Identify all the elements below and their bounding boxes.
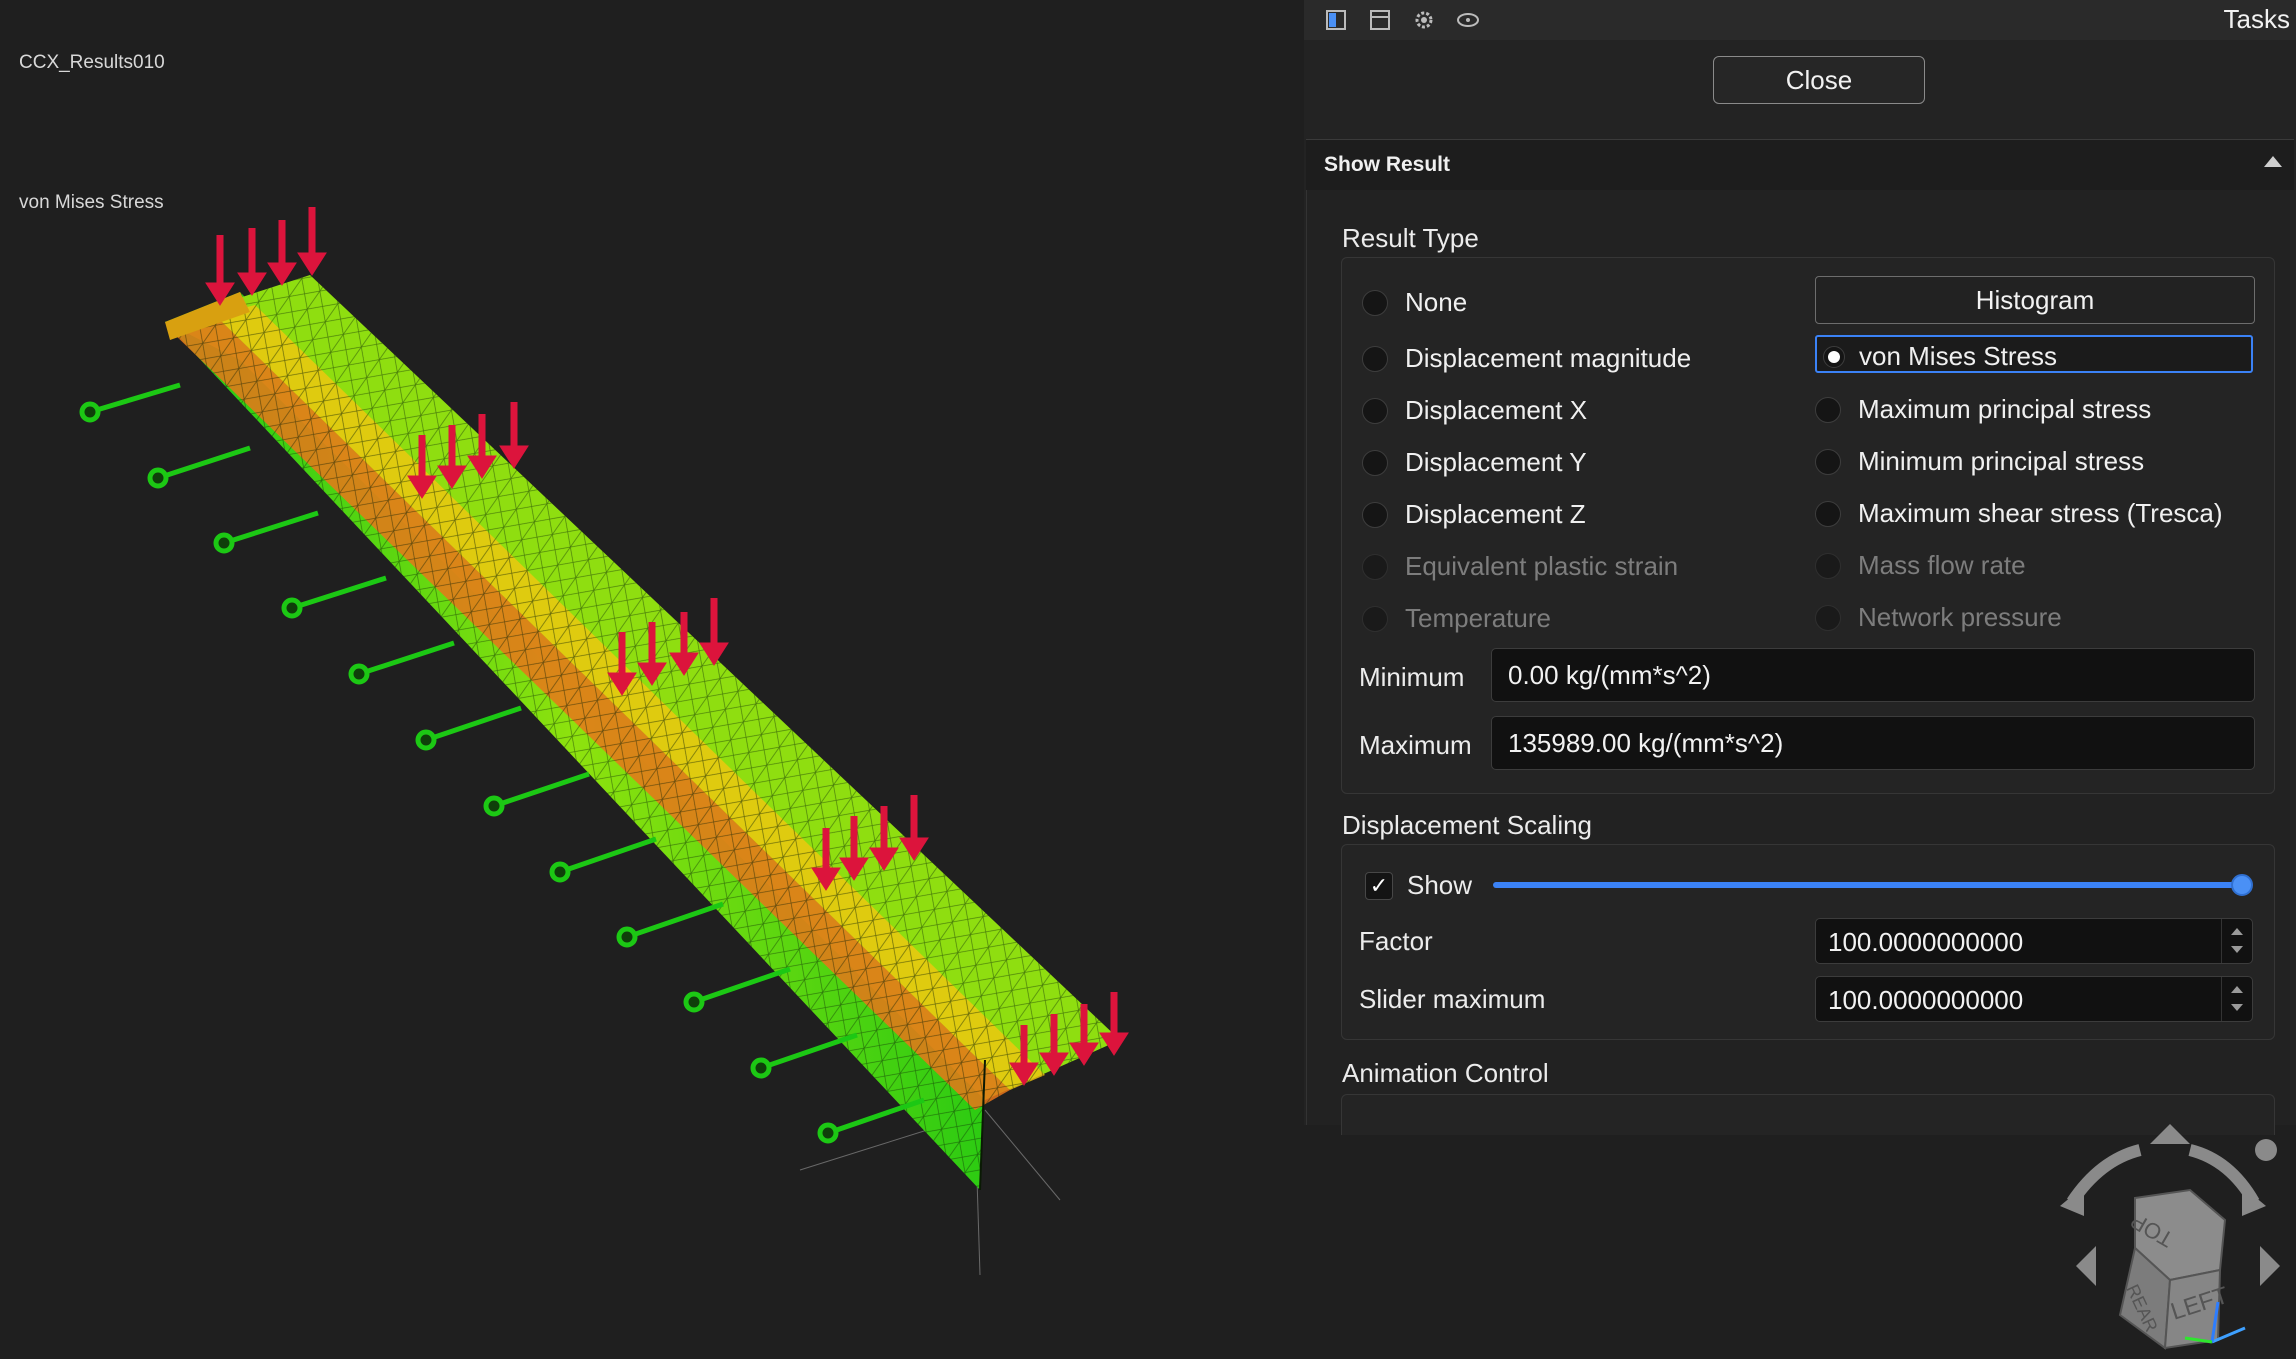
radio-label: Maximum principal stress: [1858, 394, 2152, 424]
slider-maximum-spinbox[interactable]: 100.0000000000: [1815, 976, 2253, 1022]
show-result-header[interactable]: Show Result: [1306, 139, 2294, 191]
radio-temperature: Temperature: [1362, 603, 1551, 634]
tasks-panel: Tasks Close Show Result Result Type None…: [1304, 0, 2296, 1135]
radio-icon[interactable]: [1362, 501, 1388, 528]
fem-model: [79, 207, 1129, 1276]
radio-network-pressure: Network pressure: [1815, 602, 2062, 633]
radio-icon[interactable]: [1362, 289, 1388, 316]
eye-icon[interactable]: [1454, 6, 1482, 34]
show-result-body: Result Type None Displacement magnitude …: [1306, 190, 2295, 1135]
slider-maximum-label: Slider maximum: [1359, 984, 1546, 1014]
displacement-scaling-label: Displacement Scaling: [1342, 810, 1593, 840]
radio-displacement-z[interactable]: Displacement Z: [1362, 499, 1586, 530]
radio-label: None: [1405, 287, 1468, 317]
radio-icon[interactable]: [1362, 449, 1388, 476]
3d-viewport[interactable]: CCX_Results010 von Mises Stress: [0, 0, 1304, 1354]
spin-down-icon[interactable]: [2231, 1004, 2243, 1011]
slider-maximum-value: 100.0000000000: [1828, 985, 2024, 1015]
radio-maximum-principal-stress[interactable]: Maximum principal stress: [1815, 394, 2151, 425]
radio-minimum-principal-stress[interactable]: Minimum principal stress: [1815, 446, 2144, 477]
panel-toolbar: Tasks: [1304, 0, 2296, 40]
radio-icon: [1362, 553, 1388, 580]
settings-icon[interactable]: [1410, 6, 1438, 34]
maximum-value-field[interactable]: 135989.00 kg/(mm*s^2): [1491, 716, 2255, 770]
result-type-label: Result Type: [1342, 223, 1479, 253]
radio-label: Displacement X: [1405, 395, 1588, 425]
show-label: Show: [1407, 870, 1473, 900]
radio-label: Mass flow rate: [1858, 550, 2026, 580]
radio-label: Equivalent plastic strain: [1405, 551, 1679, 581]
radio-icon: [1815, 552, 1841, 579]
radio-checked-icon[interactable]: [1823, 345, 1845, 368]
arrow-up-icon: [2150, 1124, 2190, 1144]
tasks-title: Tasks: [2223, 4, 2290, 34]
collapse-caret-icon[interactable]: [2264, 156, 2282, 167]
displacement-slider-thumb[interactable]: [2231, 874, 2253, 896]
radio-label: von Mises Stress: [1859, 341, 2057, 371]
factor-label: Factor: [1359, 926, 1433, 956]
spin-up-icon[interactable]: [2231, 986, 2243, 993]
close-button[interactable]: Close: [1713, 56, 1925, 104]
radio-none[interactable]: None: [1362, 287, 1467, 318]
radio-von-mises-stress[interactable]: von Mises Stress: [1823, 341, 2057, 372]
radio-displacement-x[interactable]: Displacement X: [1362, 395, 1587, 426]
window-icon[interactable]: [1366, 6, 1394, 34]
animation-control-label: Animation Control: [1342, 1058, 1549, 1088]
radio-label: Displacement Z: [1405, 499, 1586, 529]
radio-icon[interactable]: [1815, 448, 1841, 475]
section-title: Show Result: [1324, 153, 1451, 176]
show-checkbox[interactable]: ✓: [1365, 872, 1393, 900]
minimum-value-field[interactable]: 0.00 kg/(mm*s^2): [1491, 648, 2255, 702]
spin-down-icon[interactable]: [2231, 946, 2243, 953]
radio-mass-flow-rate: Mass flow rate: [1815, 550, 2026, 581]
radio-icon[interactable]: [1815, 396, 1841, 423]
radio-displacement-magnitude[interactable]: Displacement magnitude: [1362, 343, 1691, 374]
displacement-slider-track[interactable]: [1493, 882, 2239, 888]
histogram-button[interactable]: Histogram: [1815, 276, 2255, 324]
radio-icon[interactable]: [1362, 397, 1388, 424]
checkmark-icon: ✓: [1369, 873, 1389, 898]
radio-label: Displacement Y: [1405, 447, 1587, 477]
menu-dot-icon: [2255, 1139, 2277, 1161]
factor-value: 100.0000000000: [1828, 927, 2024, 957]
radio-label: Displacement magnitude: [1405, 343, 1692, 373]
arrow-left-icon: [2076, 1246, 2096, 1286]
radio-icon[interactable]: [1362, 345, 1388, 372]
radio-icon: [1815, 604, 1841, 631]
radio-displacement-y[interactable]: Displacement Y: [1362, 447, 1587, 478]
radio-maximum-shear-stress[interactable]: Maximum shear stress (Tresca): [1815, 498, 2223, 529]
factor-spinbox[interactable]: 100.0000000000: [1815, 918, 2253, 964]
maximum-label: Maximum: [1359, 730, 1472, 760]
radio-equivalent-plastic-strain: Equivalent plastic strain: [1362, 551, 1678, 582]
panel-icon[interactable]: [1322, 6, 1350, 34]
radio-icon: [1362, 605, 1388, 632]
radio-label: Network pressure: [1858, 602, 2062, 632]
radio-icon[interactable]: [1815, 500, 1841, 527]
radio-label: Temperature: [1405, 603, 1551, 633]
minimum-label: Minimum: [1359, 662, 1465, 692]
spin-up-icon[interactable]: [2231, 928, 2243, 935]
radio-label: Maximum shear stress (Tresca): [1858, 498, 2223, 528]
navigation-cube[interactable]: TOP LEFT REAR: [2040, 1120, 2296, 1354]
arrow-right-icon: [2260, 1246, 2280, 1286]
radio-label: Minimum principal stress: [1858, 446, 2145, 476]
